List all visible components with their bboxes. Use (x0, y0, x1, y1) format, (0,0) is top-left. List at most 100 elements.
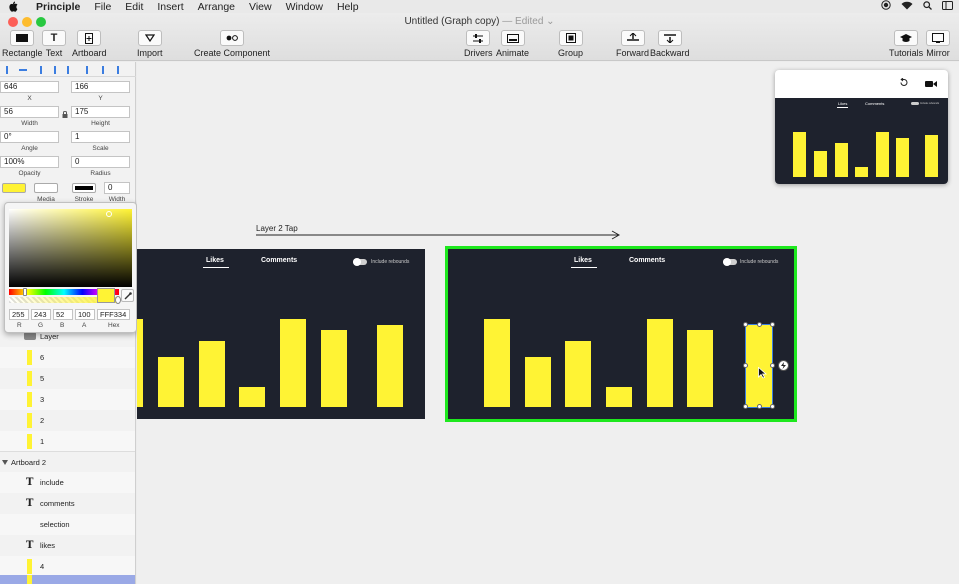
align-bottom-icon[interactable] (67, 66, 75, 74)
import-button[interactable]: Import (137, 30, 163, 58)
bar[interactable] (239, 387, 265, 407)
edited-indicator[interactable]: — Edited ⌄ (502, 16, 554, 27)
layer-bar-3[interactable]: 3 (0, 389, 135, 410)
backward-button[interactable]: Backward (650, 30, 690, 58)
group-button[interactable]: Group (558, 30, 583, 58)
align-top-icon[interactable] (40, 66, 48, 74)
y-field[interactable]: 166 (71, 81, 130, 93)
bar[interactable] (687, 330, 713, 407)
tab-likes[interactable]: Likes (206, 257, 224, 264)
rebounds-toggle[interactable] (353, 258, 367, 266)
hex-field[interactable]: FFF334 (97, 309, 130, 320)
resize-handle[interactable] (770, 404, 775, 409)
resize-handle[interactable] (743, 322, 748, 327)
width-field[interactable]: 56 (0, 106, 59, 118)
layer-selection[interactable]: selection (0, 514, 135, 535)
resize-handle[interactable] (757, 404, 762, 409)
x-field[interactable]: 646 (0, 81, 59, 93)
menu-arrange[interactable]: Arrange (198, 1, 235, 13)
bar[interactable] (158, 357, 184, 407)
text-tool[interactable]: T Text (42, 30, 66, 58)
fill-color-swatch[interactable] (2, 183, 26, 193)
apple-icon[interactable] (8, 1, 22, 12)
menu-help[interactable]: Help (337, 1, 359, 13)
red-field[interactable]: 255 (9, 309, 29, 320)
bar[interactable] (525, 357, 551, 407)
menu-file[interactable]: File (94, 1, 111, 13)
align-h-right-icon[interactable] (117, 66, 125, 74)
layer-comments[interactable]: Tcomments (0, 493, 135, 514)
design-canvas[interactable]: Layer 2 Tap Likes Comments Include rebou… (137, 62, 959, 584)
transition-arrow[interactable] (256, 230, 622, 240)
resize-handle[interactable] (770, 322, 775, 327)
menu-extras-icon[interactable] (942, 0, 953, 13)
saturation-brightness-field[interactable] (9, 209, 132, 287)
layer-bar-6[interactable]: 6 (0, 347, 135, 368)
color-knob[interactable] (106, 211, 112, 217)
artboard-2[interactable]: Likes Comments Include rebounds (445, 246, 797, 422)
scale-field[interactable]: 1 (71, 131, 130, 143)
record-icon[interactable] (881, 0, 891, 13)
bar[interactable] (565, 341, 591, 407)
bar[interactable] (484, 319, 510, 407)
forward-button[interactable]: Forward (616, 30, 649, 58)
align-middle-icon[interactable] (54, 66, 62, 74)
tutorials-button[interactable]: Tutorials (889, 30, 923, 58)
tab-comments[interactable]: Comments (629, 257, 665, 264)
bar[interactable] (321, 330, 347, 407)
opacity-field[interactable]: 100% (0, 156, 59, 168)
animate-button[interactable]: Animate (496, 30, 529, 58)
bar[interactable] (280, 319, 306, 407)
menu-view[interactable]: View (249, 1, 272, 13)
layer-selected-row[interactable] (0, 575, 135, 584)
resize-handle[interactable] (757, 322, 762, 327)
bar[interactable] (606, 387, 632, 407)
selected-bar[interactable] (745, 324, 773, 408)
search-icon[interactable] (923, 0, 932, 13)
tab-comments[interactable]: Comments (261, 257, 297, 264)
rectangle-tool[interactable]: Rectangle (2, 30, 43, 58)
height-field[interactable]: 175 (71, 106, 130, 118)
menu-edit[interactable]: Edit (125, 1, 143, 13)
menu-app-name[interactable]: Principle (36, 1, 80, 13)
layer-include[interactable]: Tinclude (0, 472, 135, 493)
layer-likes[interactable]: Tlikes (0, 535, 135, 556)
hue-handle[interactable] (23, 288, 27, 296)
rebounds-toggle[interactable] (723, 258, 737, 266)
bar[interactable] (199, 341, 225, 407)
artboard-tool[interactable]: Artboard (72, 30, 107, 58)
radius-field[interactable]: 0 (71, 156, 130, 168)
resize-handle[interactable] (743, 404, 748, 409)
stroke-width-field[interactable]: 0 (104, 182, 130, 194)
mirror-button[interactable]: Mirror (926, 30, 950, 58)
bar[interactable] (377, 325, 403, 407)
layer-artboard-2[interactable]: Artboard 2 (0, 451, 135, 472)
menu-window[interactable]: Window (286, 1, 323, 13)
tab-likes[interactable]: Likes (574, 257, 592, 264)
align-h-left-icon[interactable] (86, 66, 94, 74)
layer-bar-1[interactable]: 1 (0, 431, 135, 452)
blue-field[interactable]: 52 (53, 309, 73, 320)
alpha-field[interactable]: 100 (75, 309, 95, 320)
menu-insert[interactable]: Insert (157, 1, 183, 13)
interaction-bolt-icon[interactable] (778, 360, 789, 371)
media-swatch[interactable] (34, 183, 58, 193)
align-h-center-icon[interactable] (102, 66, 110, 74)
reset-icon[interactable] (899, 77, 909, 90)
layer-bar-5[interactable]: 5 (0, 368, 135, 389)
record-video-icon[interactable] (925, 79, 937, 91)
angle-field[interactable]: 0° (0, 131, 59, 143)
eyedropper-icon[interactable] (121, 289, 134, 302)
align-left-icon[interactable] (6, 66, 14, 74)
bar[interactable] (137, 319, 143, 407)
layer-bar-2[interactable]: 2 (0, 410, 135, 431)
stroke-color-swatch[interactable] (72, 183, 96, 193)
wifi-icon[interactable] (901, 1, 913, 13)
distribute-icon[interactable] (19, 69, 27, 71)
green-field[interactable]: 243 (31, 309, 51, 320)
resize-handle[interactable] (743, 363, 748, 368)
lock-icon[interactable] (62, 109, 68, 121)
create-component-button[interactable]: Create Component (194, 30, 270, 58)
preview-window[interactable]: Likes Comments Include rebounds (775, 70, 948, 184)
artboard-1[interactable]: Likes Comments Include rebounds (137, 249, 425, 419)
